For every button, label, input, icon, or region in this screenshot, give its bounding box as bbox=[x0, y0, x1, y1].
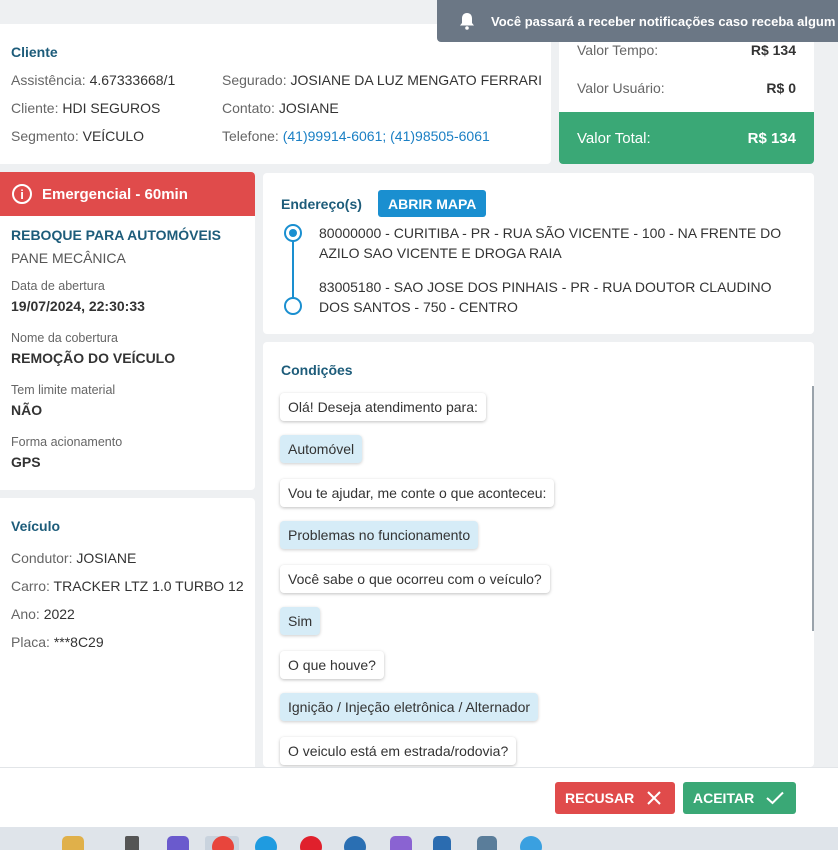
valor-usuario-row: Valor Usuário: R$ 0 bbox=[577, 80, 796, 96]
valor-tempo-row: Valor Tempo: R$ 134 bbox=[577, 42, 796, 58]
chat-message-user: Sim bbox=[280, 607, 321, 635]
os-taskbar bbox=[0, 827, 838, 850]
ano-field: Ano: 2022 bbox=[11, 606, 75, 622]
origin-marker-icon bbox=[284, 224, 302, 242]
data-abertura-label: Data de abertura bbox=[11, 279, 105, 293]
opera-app-icon[interactable] bbox=[300, 836, 322, 850]
conditions-title: Condições bbox=[281, 362, 353, 378]
service-card: REBOQUE PARA AUTOMÓVEIS PANE MECÂNICA Da… bbox=[0, 216, 255, 490]
addresses-card: Endereço(s) ABRIR MAPA 80000000 - CURITI… bbox=[263, 173, 814, 334]
service-type: REBOQUE PARA AUTOMÓVEIS bbox=[11, 227, 222, 243]
vehicle-title: Veículo bbox=[11, 518, 61, 534]
limite-value: NÃO bbox=[11, 402, 43, 418]
chat-message-bot: Você sabe o que ocorreu com o veículo? bbox=[280, 565, 550, 593]
destination-marker-icon bbox=[284, 297, 302, 315]
info-icon: i bbox=[12, 184, 32, 204]
route-line bbox=[292, 241, 294, 298]
conditions-card: Condições Olá! Deseja atendimento para: … bbox=[263, 342, 814, 767]
emergency-label: Emergencial - 60min bbox=[42, 185, 188, 203]
client-card: Cliente Assistência: 4.67333668/1 Client… bbox=[0, 24, 551, 164]
notepad-app-icon[interactable] bbox=[433, 836, 451, 850]
accept-button[interactable]: ACEITAR bbox=[683, 782, 796, 814]
segmento-field: Segmento: VEÍCULO bbox=[11, 128, 145, 144]
data-abertura-value: 19/07/2024, 22:30:33 bbox=[11, 298, 145, 314]
cobertura-label: Nome da cobertura bbox=[11, 331, 119, 345]
notification-text: Você passará a receber notificações caso… bbox=[491, 13, 838, 29]
limite-label: Tem limite material bbox=[11, 383, 116, 397]
telefone-field: Telefone: (41)99914-6061; (41)98505-6061 bbox=[222, 128, 490, 144]
open-map-button[interactable]: ABRIR MAPA bbox=[378, 190, 487, 217]
notification-toast[interactable]: Você passará a receber notificações caso… bbox=[437, 0, 838, 42]
segurado-field: Segurado: JOSIANE DA LUZ MENGATO FERRARI bbox=[222, 72, 543, 88]
chat-message-user: Problemas no funcionamento bbox=[280, 521, 479, 549]
teams-app-icon[interactable] bbox=[167, 836, 189, 850]
edge-app-icon[interactable] bbox=[255, 836, 277, 850]
acionamento-value: GPS bbox=[11, 454, 41, 470]
origin-address: 80000000 - CURITIBA - PR - RUA SÃO VICEN… bbox=[319, 225, 782, 261]
destination-address: 83005180 - SAO JOSE DOS PINHAIS - PR - R… bbox=[319, 279, 772, 315]
placa-field: Placa: ***8C29 bbox=[11, 634, 104, 650]
reject-button[interactable]: RECUSAR bbox=[555, 782, 675, 814]
cobertura-value: REMOÇÃO DO VEÍCULO bbox=[11, 350, 176, 366]
service-problem: PANE MECÂNICA bbox=[11, 250, 126, 266]
assistencia-field: Assistência: 4.67333668/1 bbox=[11, 72, 176, 88]
folder-app-icon[interactable] bbox=[62, 836, 84, 850]
action-footer: RECUSAR ACEITAR bbox=[0, 767, 838, 827]
close-icon bbox=[647, 791, 661, 805]
bell-icon bbox=[460, 13, 474, 30]
chat-message-user: Ignição / Injeção eletrônica / Alternado… bbox=[280, 693, 539, 721]
telefone-link[interactable]: (41)99914-6061; (41)98505-6061 bbox=[283, 128, 490, 144]
chat-message-user: Automóvel bbox=[280, 435, 363, 463]
search-app-icon[interactable] bbox=[344, 836, 366, 850]
chat-message-bot: Vou te ajudar, me conte o que aconteceu: bbox=[280, 479, 555, 507]
cliente-field: Cliente: HDI SEGUROS bbox=[11, 100, 161, 116]
globe-app-icon[interactable] bbox=[520, 836, 542, 850]
carro-field: Carro: TRACKER LTZ 1.0 TURBO 12 bbox=[11, 578, 244, 594]
contato-field: Contato: JOSIANE bbox=[222, 100, 339, 116]
valor-total-row: Valor Total: R$ 134 bbox=[559, 112, 814, 164]
client-title: Cliente bbox=[11, 44, 58, 60]
vs-app-icon[interactable] bbox=[390, 836, 412, 850]
condutor-field: Condutor: JOSIANE bbox=[11, 550, 137, 566]
addresses-title: Endereço(s) bbox=[281, 196, 362, 212]
vehicle-card: Veículo Condutor: JOSIANE Carro: TRACKER… bbox=[0, 498, 255, 768]
values-card: Valor Tempo: R$ 134 Valor Usuário: R$ 0 Va… bbox=[559, 24, 814, 164]
chat-message-bot: O que houve? bbox=[280, 651, 384, 679]
conditions-scrollbar[interactable] bbox=[812, 386, 814, 631]
acionamento-label: Forma acionamento bbox=[11, 435, 123, 449]
check-icon bbox=[766, 791, 784, 805]
chat-message-bot: O veiculo está em estrada/rodovia? bbox=[280, 737, 517, 765]
document-app-icon[interactable] bbox=[125, 836, 139, 850]
emergency-banner: i Emergencial - 60min bbox=[0, 172, 255, 216]
chat-message-bot: Olá! Deseja atendimento para: bbox=[280, 393, 486, 421]
calculator-app-icon[interactable] bbox=[477, 836, 497, 850]
